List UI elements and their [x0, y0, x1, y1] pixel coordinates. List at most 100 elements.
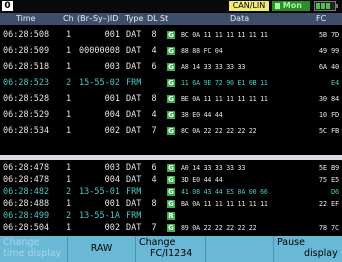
table-row[interactable]: 06:28:478 1 004 DAT 4 G 3D E0 44 44 75 E… [0, 174, 342, 186]
cell-type: DAT [126, 163, 142, 173]
cell-fc: 10 FD [318, 111, 339, 119]
table-row[interactable]: 06:28:534 1 002 DAT 7 G 8C 0A 22 22 22 2… [0, 125, 342, 137]
cell-id: 15-55-02 [79, 78, 120, 88]
softkey-label: FC/I1234 [150, 248, 193, 259]
cell-dl: 4 [151, 175, 157, 185]
cell-data: A0 14 33 33 33 33 [181, 164, 246, 172]
status-badge: G [167, 164, 175, 172]
table-row[interactable]: 06:28:499 2 13-55-1A FRM R [0, 210, 342, 222]
table-row[interactable]: 06:28:508 1 001 DAT 8 G BC 0A 11 11 11 1… [0, 29, 342, 41]
status-badge: G [167, 176, 175, 184]
cell-fc: 6A 40 [318, 63, 339, 71]
table-row[interactable]: 06:28:504 1 002 DAT 7 G 89 0A 22 22 22 2… [0, 222, 342, 234]
cell-id: 003 [104, 62, 120, 72]
cell-id: 002 [104, 223, 120, 233]
cell-fc: 5B 7D [318, 31, 339, 39]
monitor-list-bottom[interactable]: 06:28:478 1 003 DAT 6 G A0 14 33 33 33 3… [0, 162, 342, 234]
status-badge: G [167, 31, 175, 39]
cell-dl: 4 [151, 110, 157, 120]
status-badge: G [167, 47, 175, 55]
pause-display-button[interactable]: Pause display [274, 236, 342, 262]
cell-time: 06:28:509 [3, 46, 50, 56]
cell-id: 13-55-01 [79, 187, 120, 197]
softkey-label: Change [139, 237, 176, 248]
cell-type: DAT [126, 94, 142, 104]
cell-data: 11 6A 9E 72 90 E1 0B 11 [181, 79, 268, 87]
cell-id: 00000008 [79, 46, 120, 56]
cell-ch: 1 [66, 94, 72, 104]
cell-fc: 75 E5 [318, 176, 339, 184]
battery-icon [314, 1, 338, 11]
header-ch: Ch [63, 14, 74, 23]
cell-fc: D6 [330, 188, 339, 196]
cell-ch: 1 [66, 223, 72, 233]
cell-data: BC 0A 11 11 11 11 11 11 [181, 31, 268, 39]
cell-type: DAT [126, 175, 142, 185]
cell-dl: 6 [151, 163, 157, 173]
table-row[interactable]: 06:28:482 2 13-55-01 FRM G 41 08 43 44 E… [0, 186, 342, 198]
cell-id: 003 [104, 163, 120, 173]
cell-type: DAT [126, 126, 142, 136]
table-row[interactable]: 06:28:528 1 001 DAT 8 G BE 0A 11 11 11 1… [0, 93, 342, 105]
cell-ch: 1 [66, 110, 72, 120]
bus-mode-badge: CAN/LIN [229, 1, 269, 11]
table-row[interactable]: 06:28:523 2 15-55-02 FRM G 11 6A 9E 72 9… [0, 77, 342, 89]
cell-time: 06:28:518 [3, 62, 50, 72]
cell-fc: 78 7C [318, 224, 339, 232]
cell-time: 06:28:534 [3, 126, 50, 136]
empty-softkey[interactable] [206, 236, 274, 262]
cell-ch: 2 [66, 78, 72, 88]
table-row[interactable]: 06:28:488 1 001 DAT 8 G BA 0A 11 11 11 1… [0, 198, 342, 210]
cell-fc: 30 84 [318, 95, 339, 103]
table-row[interactable]: 06:28:518 1 003 DAT 6 G A8 14 33 33 33 3… [0, 61, 342, 73]
cell-dl: 6 [151, 62, 157, 72]
cell-id: 002 [104, 126, 120, 136]
cell-type: DAT [126, 110, 142, 120]
monitor-indicator-icon [275, 2, 280, 9]
cell-type: FRM [126, 211, 142, 221]
cell-type: DAT [126, 199, 142, 209]
header-dl: DL [147, 14, 158, 23]
monitor-list-top[interactable]: 06:28:508 1 001 DAT 8 G BC 0A 11 11 11 1… [0, 26, 342, 154]
cell-id: 004 [104, 175, 120, 185]
cell-data: BE 0A 11 11 11 11 11 11 [181, 95, 268, 103]
cell-id: 13-55-1A [79, 211, 120, 221]
status-badge: G [167, 127, 175, 135]
panel-divider[interactable] [0, 155, 342, 160]
softkey-label: RAW [90, 243, 113, 254]
cell-time: 06:28:478 [3, 163, 50, 173]
status-badge: G [167, 111, 175, 119]
cell-data: 3D E0 44 44 [181, 176, 223, 184]
header-data: Data [230, 14, 250, 23]
cell-dl: 7 [151, 223, 157, 233]
softkey-label: time display [3, 248, 62, 259]
table-row[interactable]: 06:28:529 1 004 DAT 4 G 38 E0 44 44 10 F… [0, 109, 342, 121]
cell-data: 41 08 43 44 E5 0A 00 66 [181, 188, 268, 196]
cell-time: 06:28:508 [3, 30, 50, 40]
cell-fc: 22 EF [318, 200, 339, 208]
cell-ch: 2 [66, 211, 72, 221]
cell-ch: 1 [66, 62, 72, 72]
cell-ch: 1 [66, 46, 72, 56]
header-id: (Br–Sy–)ID [77, 14, 119, 23]
cell-type: DAT [126, 46, 142, 56]
header-time: Time [16, 14, 36, 23]
change-time-display-button[interactable]: Change time display [0, 236, 68, 262]
cell-data: 89 0A 22 22 22 22 22 [181, 224, 257, 232]
table-row[interactable]: 06:28:509 1 00000008 DAT 4 G 88 88 FC 04… [0, 45, 342, 57]
raw-button[interactable]: RAW [68, 236, 136, 262]
cell-ch: 2 [66, 187, 72, 197]
cell-id: 001 [104, 94, 120, 104]
table-row[interactable]: 06:28:478 1 003 DAT 6 G A0 14 33 33 33 3… [0, 162, 342, 174]
cell-ch: 1 [66, 126, 72, 136]
cell-time: 06:28:499 [3, 211, 50, 221]
change-fc-button[interactable]: Change FC/I1234 [136, 236, 206, 262]
cell-time: 06:28:528 [3, 94, 50, 104]
cell-time: 06:28:529 [3, 110, 50, 120]
status-badge: G [167, 200, 175, 208]
cell-ch: 1 [66, 30, 72, 40]
cell-fc: 5C FB [318, 127, 339, 135]
cell-time: 06:28:482 [3, 187, 50, 197]
cell-time: 06:28:504 [3, 223, 50, 233]
cell-dl: 8 [151, 199, 157, 209]
